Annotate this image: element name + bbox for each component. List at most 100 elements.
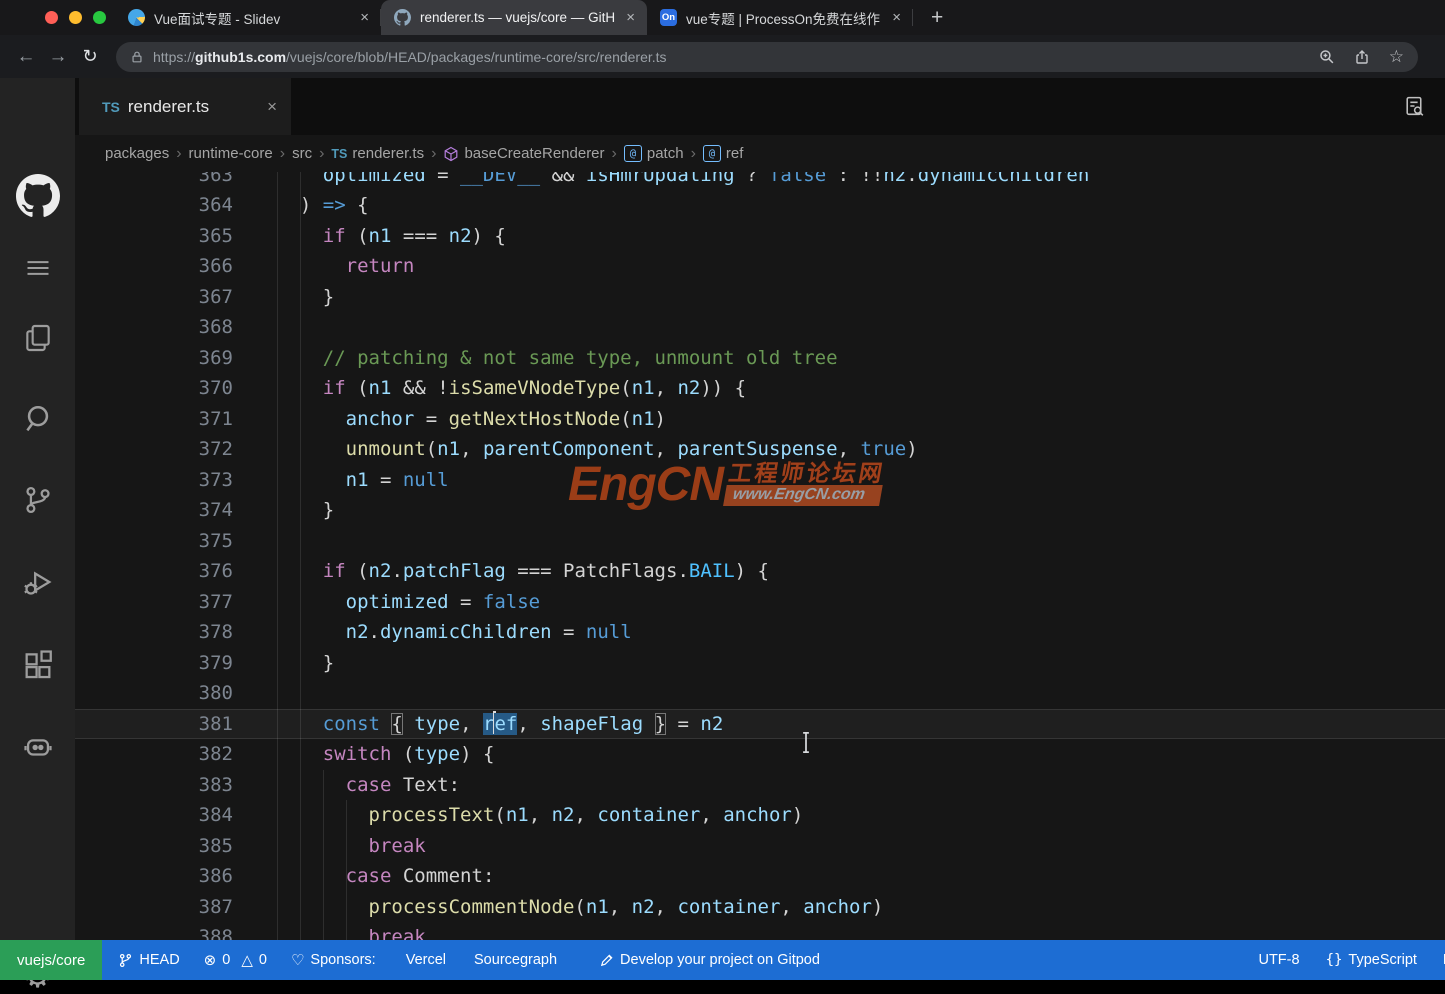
statusbar-sponsors[interactable]: ♡ Sponsors:: [291, 952, 376, 968]
explorer-files-icon[interactable]: [0, 322, 75, 354]
robot-assistant-icon[interactable]: [0, 729, 75, 763]
code-line[interactable]: 378 n2.dynamicChildren = null: [75, 617, 1445, 648]
statusbar-gitpod[interactable]: Develop your project on Gitpod: [599, 952, 820, 968]
line-number: 366: [75, 251, 233, 282]
code-text: switch (type) {: [277, 739, 494, 770]
method-icon: @: [624, 145, 642, 162]
browser-tab[interactable]: renderer.ts — vuejs/core — GitHub1s×: [381, 0, 647, 35]
code-line[interactable]: 371 anchor = getNextHostNode(n1): [75, 404, 1445, 435]
close-icon[interactable]: ×: [624, 9, 637, 26]
code-text: }: [277, 648, 334, 679]
statusbar-language[interactable]: {} TypeScript: [1326, 952, 1417, 968]
reload-icon[interactable]: ↻: [74, 41, 106, 73]
zoom-window-button[interactable]: [93, 11, 106, 24]
statusbar-branch[interactable]: HEAD: [118, 952, 179, 968]
code-line[interactable]: 381 const { type, ref, shapeFlag } = n2: [75, 709, 1445, 740]
breadcrumb-item[interactable]: runtime-core: [189, 145, 273, 162]
close-icon[interactable]: ×: [890, 9, 903, 26]
line-number: 368: [75, 312, 233, 343]
line-number: 381: [75, 709, 233, 740]
processon-icon: On: [660, 9, 677, 26]
search-icon[interactable]: [0, 402, 75, 436]
code-line[interactable]: 384 processText(n1, n2, container, ancho…: [75, 800, 1445, 831]
statusbar-sponsor-link[interactable]: Vercel: [406, 952, 446, 968]
browser-toolbar: ← → ↻ https://github1s.com/vuejs/core/bl…: [0, 35, 1445, 78]
method-icon: @: [703, 145, 721, 162]
code-line[interactable]: 387 processCommentNode(n1, n2, container…: [75, 892, 1445, 923]
code-line[interactable]: 373 n1 = null: [75, 465, 1445, 496]
extensions-icon[interactable]: [0, 648, 75, 682]
code-line[interactable]: 368: [75, 312, 1445, 343]
code-line[interactable]: 382 switch (type) {: [75, 739, 1445, 770]
code-text: if (n1 === n2) {: [277, 221, 506, 252]
run-debug-icon[interactable]: [0, 565, 75, 599]
code-line[interactable]: 383 case Text:: [75, 770, 1445, 801]
code-line[interactable]: 365 if (n1 === n2) {: [75, 221, 1445, 252]
source-control-icon[interactable]: [0, 483, 75, 517]
breadcrumb-item[interactable]: packages: [105, 145, 169, 162]
code-text: const { type, ref, shapeFlag } = n2: [277, 709, 723, 740]
forward-icon[interactable]: →: [42, 41, 74, 73]
code-line[interactable]: 377 optimized = false: [75, 587, 1445, 618]
line-number: 365: [75, 221, 233, 252]
line-number: 382: [75, 739, 233, 770]
code-line[interactable]: 379 }: [75, 648, 1445, 679]
code-text: n2.dynamicChildren = null: [277, 617, 632, 648]
editor-area: TS renderer.ts × packages›runtime-core›s…: [75, 78, 1445, 940]
share-icon[interactable]: [1354, 49, 1370, 65]
file-search-icon[interactable]: [1402, 94, 1427, 119]
code-line[interactable]: 380: [75, 678, 1445, 709]
line-number: 364: [75, 190, 233, 221]
code-line[interactable]: 367 }: [75, 282, 1445, 313]
menu-icon[interactable]: [0, 254, 75, 282]
code-text: case Text:: [277, 770, 460, 801]
close-icon[interactable]: ×: [358, 9, 371, 26]
new-tab-button[interactable]: +: [931, 6, 943, 30]
code-line[interactable]: 363 optimized = __DEV__ && isHmrUpdating…: [75, 172, 1445, 190]
code-text: n1 = null: [277, 465, 449, 496]
browser-tab[interactable]: Vue面试专题 - Slidev×: [115, 0, 381, 35]
line-number: 371: [75, 404, 233, 435]
editor-tab-renderer-ts[interactable]: TS renderer.ts ×: [79, 78, 291, 135]
close-window-button[interactable]: [45, 11, 58, 24]
code-text: anchor = getNextHostNode(n1): [277, 404, 666, 435]
code-line[interactable]: 374 }: [75, 495, 1445, 526]
bookmark-star-icon[interactable]: ☆: [1389, 47, 1404, 67]
line-number: 380: [75, 678, 233, 709]
statusbar-remote-repo[interactable]: vuejs/core: [0, 940, 102, 980]
close-icon[interactable]: ×: [267, 97, 277, 117]
window-controls: [0, 11, 115, 24]
ts-icon: TS: [331, 147, 347, 161]
zoom-icon[interactable]: [1318, 48, 1335, 65]
statusbar-sponsor-link[interactable]: Sourcegraph: [474, 952, 557, 968]
code-line[interactable]: 364 ) => {: [75, 190, 1445, 221]
statusbar-problems[interactable]: ⊗ 0 △ 0: [204, 952, 267, 968]
code-line[interactable]: 375: [75, 526, 1445, 557]
breadcrumb-item[interactable]: @ref: [703, 145, 744, 162]
address-bar[interactable]: https://github1s.com/vuejs/core/blob/HEA…: [116, 42, 1418, 72]
code-editor[interactable]: 363 optimized = __DEV__ && isHmrUpdating…: [75, 172, 1445, 940]
code-line[interactable]: 385 break: [75, 831, 1445, 862]
code-line[interactable]: 386 case Comment:: [75, 861, 1445, 892]
breadcrumb-item[interactable]: src: [292, 145, 312, 162]
github-logo-icon[interactable]: [0, 174, 75, 218]
line-number: 379: [75, 648, 233, 679]
code-line[interactable]: 388 break: [75, 922, 1445, 940]
code-line[interactable]: 366 return: [75, 251, 1445, 282]
code-line[interactable]: 376 if (n2.patchFlag === PatchFlags.BAIL…: [75, 556, 1445, 587]
browser-tab[interactable]: Onvue专题 | ProcessOn免费在线作图×: [647, 0, 913, 35]
line-number: 373: [75, 465, 233, 496]
code-text: optimized = __DEV__ && isHmrUpdating ? f…: [277, 172, 1089, 190]
pencil-icon: [599, 953, 614, 968]
minimize-window-button[interactable]: [69, 11, 82, 24]
back-icon[interactable]: ←: [10, 41, 42, 73]
statusbar-encoding[interactable]: UTF-8: [1258, 952, 1299, 968]
breadcrumb-item[interactable]: baseCreateRenderer: [443, 145, 604, 162]
breadcrumb-item[interactable]: @patch: [624, 145, 684, 162]
code-line[interactable]: 372 unmount(n1, parentComponent, parentS…: [75, 434, 1445, 465]
breadcrumb-item[interactable]: TSrenderer.ts: [331, 145, 424, 162]
editor-tab-label: renderer.ts: [128, 97, 209, 117]
code-line[interactable]: 369 // patching & not same type, unmount…: [75, 343, 1445, 374]
breadcrumb: packages›runtime-core›src›TSrenderer.ts›…: [75, 135, 1445, 172]
code-line[interactable]: 370 if (n1 && !isSameVNodeType(n1, n2)) …: [75, 373, 1445, 404]
